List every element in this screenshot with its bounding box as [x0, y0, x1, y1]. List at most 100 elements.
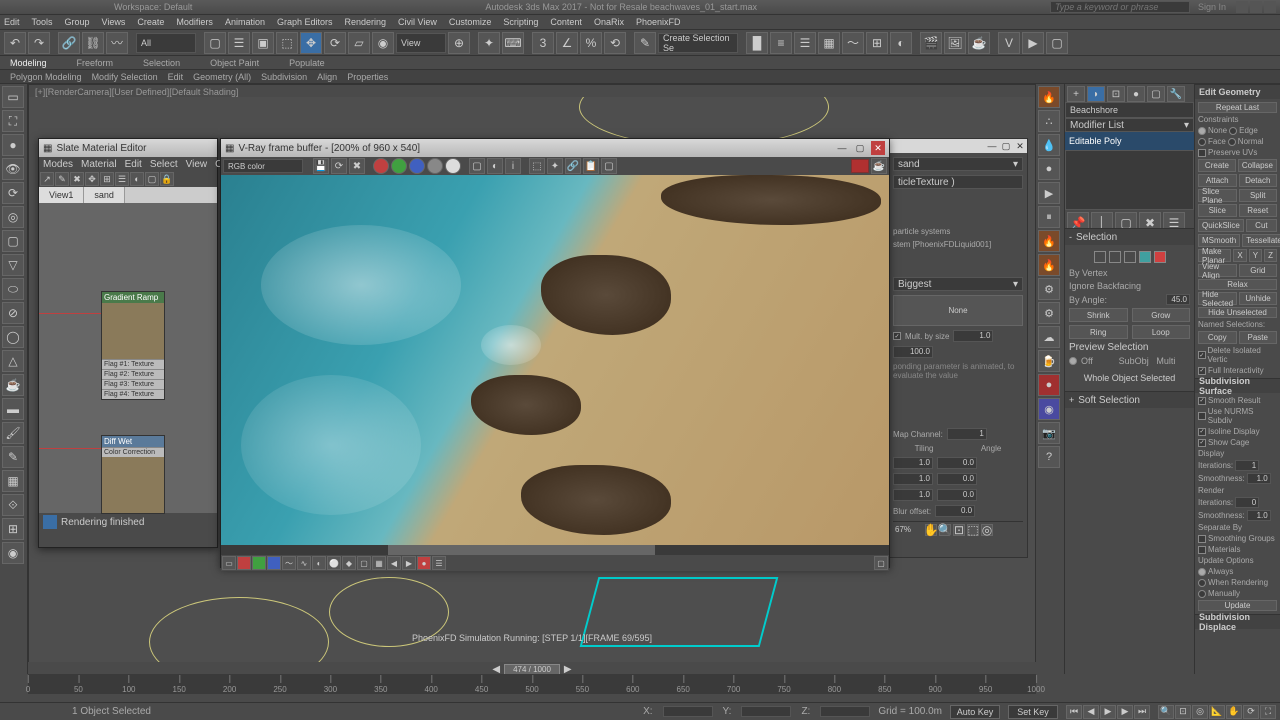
placement-icon[interactable]: ◉ — [372, 32, 394, 54]
select-icon[interactable]: ▢ — [204, 32, 226, 54]
paint-icon[interactable]: 🖌 — [2, 422, 24, 444]
grid-icon[interactable]: ⊞ — [2, 518, 24, 540]
vfb-vp-icon[interactable]: ▢ — [601, 158, 617, 174]
smooth-spinner[interactable]: 1.0 — [1247, 473, 1271, 484]
isoline-check[interactable]: ✓ — [1198, 428, 1206, 436]
vfb-region-icon[interactable]: ⬚ — [529, 158, 545, 174]
timeline-ruler[interactable]: 0501001502002503003504004505005506006507… — [28, 674, 1036, 694]
select-region-icon[interactable]: ▣ — [252, 32, 274, 54]
goto-end-icon[interactable]: ⏭ — [1134, 705, 1150, 719]
slate-apply-icon[interactable]: ✎ — [55, 172, 69, 186]
zoom-hand-icon[interactable]: ✋ — [925, 524, 937, 536]
update-button[interactable]: Update — [1198, 600, 1277, 611]
cylinder-icon[interactable]: ⬭ — [2, 278, 24, 300]
help-search-input[interactable] — [1050, 1, 1190, 13]
teapot-icon[interactable]: ☕ — [2, 374, 24, 396]
constrain-none-radio[interactable] — [1198, 127, 1206, 135]
constrain-edge-radio[interactable] — [1229, 127, 1237, 135]
workspace-label[interactable]: Workspace: Default — [114, 2, 192, 12]
selection-filter-dropdown[interactable]: All — [136, 33, 196, 53]
tube-icon[interactable]: ⊘ — [2, 302, 24, 324]
z-button[interactable]: Z — [1264, 249, 1277, 262]
pause-sim-icon[interactable]: ⏸ — [1038, 206, 1060, 228]
map-type-dropdown[interactable]: ticleTexture ) — [893, 175, 1023, 189]
quickslice-button[interactable]: QuickSlice — [1198, 219, 1244, 232]
menu-rendering[interactable]: Rendering — [345, 17, 387, 27]
blue-disc-icon[interactable]: ◉ — [1038, 398, 1060, 420]
convert-icon[interactable]: ⟐ — [2, 494, 24, 516]
menu-modifiers[interactable]: Modifiers — [176, 17, 213, 27]
link-icon[interactable]: 🔗 — [58, 32, 80, 54]
pivot-icon[interactable]: ⊕ — [448, 32, 470, 54]
slate-tab-view1[interactable]: View1 — [39, 187, 84, 203]
vfb-save-icon[interactable]: 💾 — [313, 158, 329, 174]
repeat-last-button[interactable]: Repeat Last — [1198, 102, 1277, 113]
unlink-icon[interactable]: ⛓ — [82, 32, 104, 54]
ref-coord-dropdown[interactable]: View — [396, 33, 446, 53]
copy-button[interactable]: Copy — [1198, 331, 1237, 344]
hidesel-button[interactable]: Hide Selected — [1198, 292, 1237, 305]
vfb-close-icon[interactable]: ✕ — [871, 141, 885, 155]
vfb-cc-lvl-icon[interactable]: 〜 — [282, 556, 296, 570]
slate-menu-material[interactable]: Material — [81, 159, 117, 170]
smooth-result-check[interactable]: ✓ — [1198, 397, 1206, 405]
vfb-cc-b-icon[interactable] — [267, 556, 281, 570]
bind-icon[interactable]: 〰 — [106, 32, 128, 54]
slate-lock-icon[interactable]: 🔒 — [160, 172, 174, 186]
liquid-icon[interactable]: 💧 — [1038, 134, 1060, 156]
slate-hide-icon[interactable]: ▢ — [145, 172, 159, 186]
particle-icon[interactable]: ∴ — [1038, 110, 1060, 132]
max-vp-icon[interactable]: ⛶ — [1260, 705, 1276, 719]
split-button[interactable]: Split — [1239, 189, 1278, 202]
edge-subobj-icon[interactable] — [1109, 251, 1121, 263]
vfb-cc-exp-icon[interactable]: ◐ — [312, 556, 326, 570]
vfb-cc-next-icon[interactable]: ▶ — [402, 556, 416, 570]
vfb-blue-icon[interactable] — [409, 158, 425, 174]
r-iter-spinner[interactable]: 0 — [1235, 497, 1259, 508]
goto-start-icon[interactable]: ⏮ — [1066, 705, 1082, 719]
paste-button[interactable]: Paste — [1239, 331, 1278, 344]
y-button[interactable]: Y — [1249, 249, 1262, 262]
subdivdisp-head[interactable]: Subdivision Displace — [1195, 615, 1280, 629]
unhide-button[interactable]: Unhide — [1239, 292, 1277, 305]
undo-icon[interactable]: ↶ — [4, 32, 26, 54]
autokey-button[interactable]: Auto Key — [950, 705, 1000, 719]
tile-v-spinner[interactable]: 1.0 — [893, 473, 933, 485]
angle-snap-icon[interactable]: ∠ — [556, 32, 578, 54]
rotate-icon[interactable]: ⟳ — [324, 32, 346, 54]
ribbon-sub-align[interactable]: Align — [317, 72, 337, 82]
by-angle-spinner[interactable]: 45.0 — [1166, 294, 1190, 305]
slate-layout-icon[interactable]: ⊞ — [100, 172, 114, 186]
vertex-subobj-icon[interactable] — [1094, 251, 1106, 263]
move-icon[interactable]: ✥ — [300, 32, 322, 54]
tile-w-spinner[interactable]: 1.0 — [893, 489, 933, 501]
pyramid-icon[interactable]: △ — [2, 350, 24, 372]
vfb-copy-icon[interactable]: 📋 — [583, 158, 599, 174]
percent-snap-icon[interactable]: % — [580, 32, 602, 54]
torus-icon[interactable]: ◯ — [2, 326, 24, 348]
viewalign-button[interactable]: View Align — [1198, 264, 1237, 277]
vfb-cc-hsv-icon[interactable]: ◆ — [342, 556, 356, 570]
attach-button[interactable]: Attach — [1198, 174, 1237, 187]
loop-button[interactable]: Loop — [1132, 325, 1191, 339]
border-subobj-icon[interactable] — [1124, 251, 1136, 263]
manually-radio[interactable] — [1198, 590, 1206, 598]
utilities-panel-icon[interactable]: 🔧 — [1167, 86, 1185, 102]
map-name-dropdown[interactable]: sand▾ — [893, 157, 1023, 171]
sphere2-icon[interactable]: ◉ — [2, 542, 24, 564]
grow-button[interactable]: Grow — [1132, 308, 1191, 322]
node-gradient-ramp[interactable]: Gradient Ramp Flag #1: Texture Flag #2: … — [101, 291, 165, 400]
element-subobj-icon[interactable] — [1154, 251, 1166, 263]
msmooth-button[interactable]: MSmooth — [1198, 234, 1240, 247]
brush-icon[interactable]: ✎ — [2, 446, 24, 468]
menu-scripting[interactable]: Scripting — [503, 17, 538, 27]
relax-button[interactable]: Relax — [1198, 279, 1277, 290]
orbit-vp-icon[interactable]: ⟳ — [1243, 705, 1259, 719]
vfb-track-icon[interactable]: ✦ — [547, 158, 563, 174]
node-diff-wet[interactable]: Diff Wet Color Correction — [101, 435, 165, 514]
edit-geom-head[interactable]: Edit Geometry — [1195, 85, 1280, 99]
display-panel-icon[interactable]: ▢ — [1147, 86, 1165, 102]
modifier-stack-item[interactable]: Editable Poly — [1065, 132, 1194, 150]
gridalign-button[interactable]: Grid — [1239, 264, 1278, 277]
dock-close-icon[interactable]: ✕ — [1013, 139, 1027, 153]
